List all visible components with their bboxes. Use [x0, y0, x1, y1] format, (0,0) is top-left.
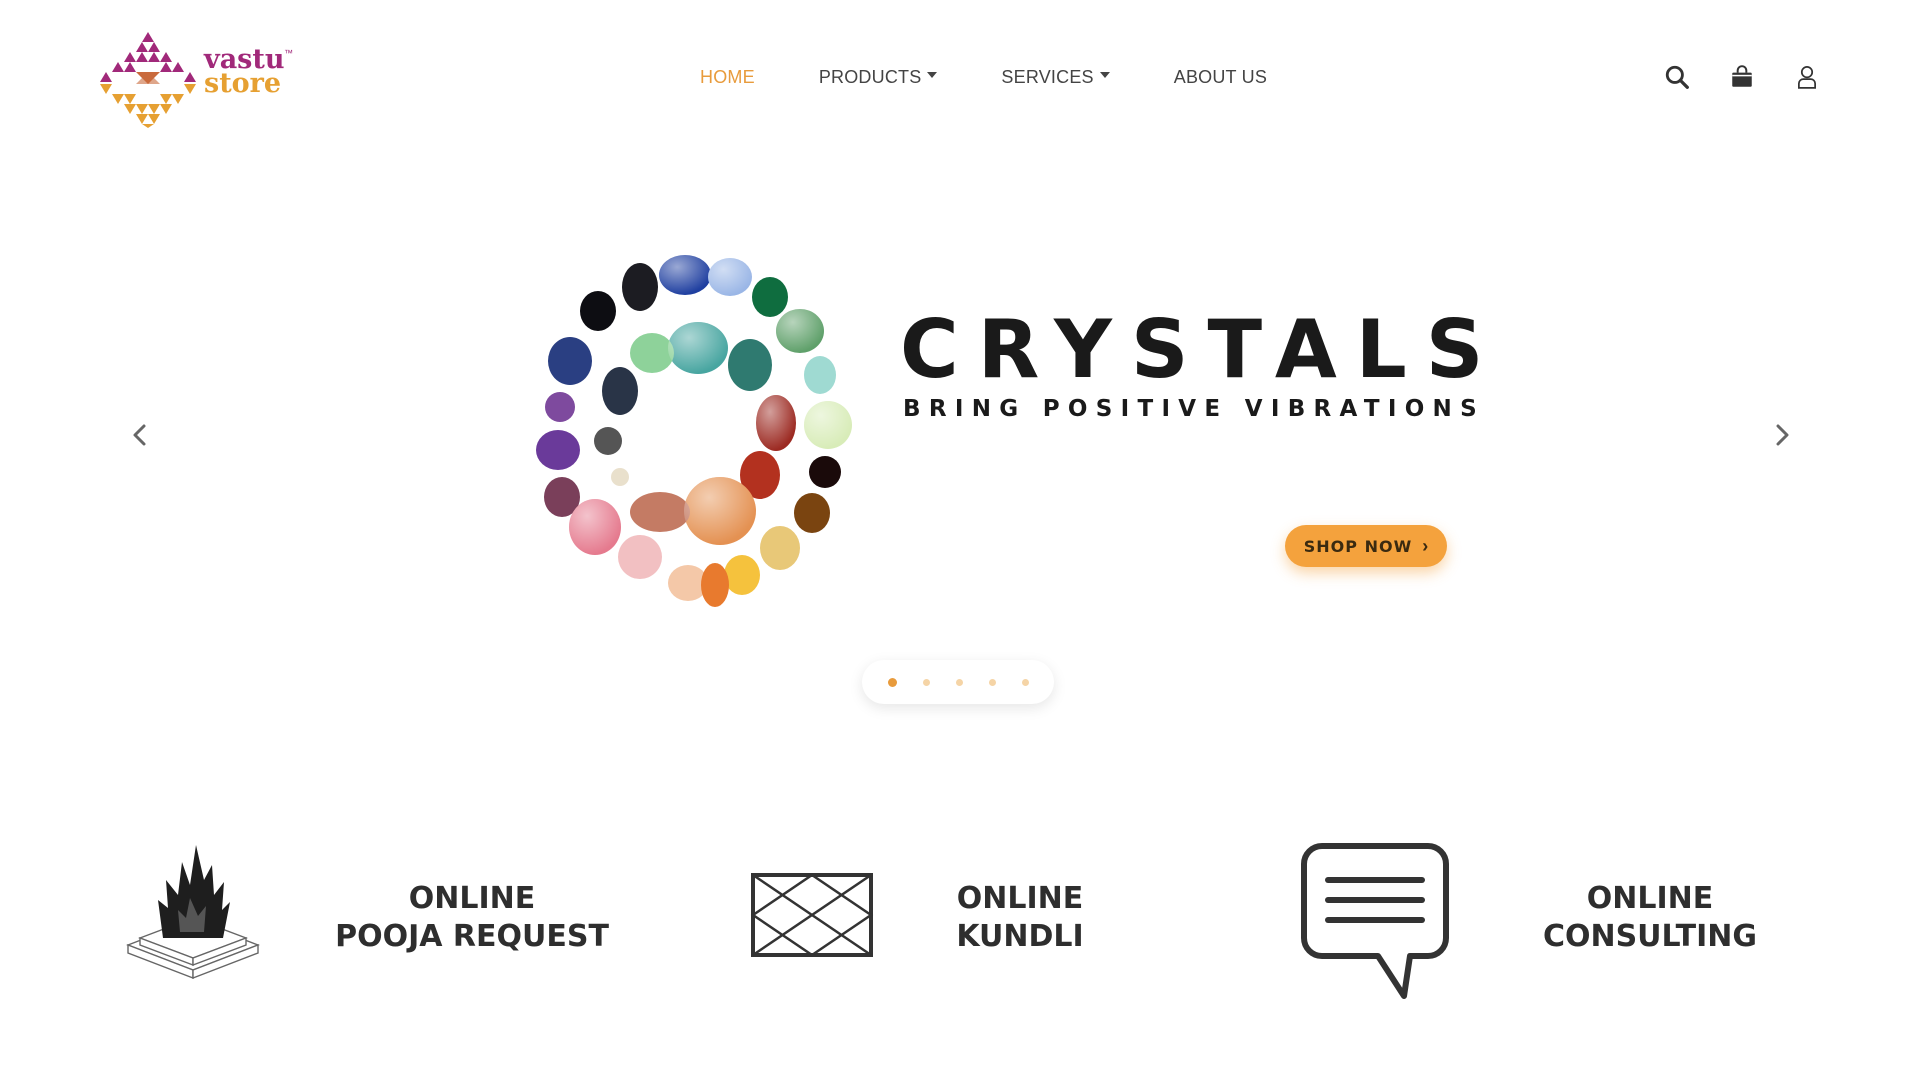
search-button[interactable]: [1660, 60, 1694, 94]
carousel-dot-2[interactable]: [922, 678, 930, 686]
nav-services[interactable]: SERVICES: [1001, 66, 1110, 88]
service-pooja-line1: ONLINE: [408, 881, 536, 916]
service-pooja-line2: POOJA REQUEST: [335, 919, 609, 954]
service-kundli-title: ONLINE KUNDLI: [920, 880, 1120, 956]
caret-down-icon: [1099, 72, 1110, 78]
service-consulting-line2: CONSULTING: [1542, 919, 1758, 954]
hero-carousel: CRYSTALS BRING POSITIVE VIBRATIONS SHOP …: [0, 150, 1914, 750]
carousel-dot-5[interactable]: [1021, 678, 1029, 686]
nav-services-label: SERVICES: [1001, 66, 1094, 87]
crystals-spiral-image: [536, 255, 852, 607]
sri-yantra-logo-icon: [100, 32, 196, 128]
chat-bubble-icon: [1301, 843, 1449, 999]
brand-wordmark: vastu store: [204, 46, 285, 99]
nav-about-us-label: ABOUT US: [1173, 66, 1268, 87]
services-strip: ONLINE POOJA REQUEST ONLINE KUNDLI ONLIN…: [0, 820, 1914, 1020]
site-header: vastu store ™ HOME PRODUCTS SERVICES ABO…: [0, 0, 1914, 150]
account-button[interactable]: [1790, 60, 1824, 94]
carousel-dot-4[interactable]: [988, 678, 996, 686]
main-nav: HOME PRODUCTS SERVICES ABOUT US: [700, 62, 1331, 92]
shop-now-label: SHOP NOW: [1303, 536, 1413, 556]
carousel-prev-button[interactable]: [120, 415, 160, 455]
trademark-mark: ™: [284, 48, 293, 58]
havan-fire-icon: [126, 845, 260, 980]
nav-products-label: PRODUCTS: [818, 66, 922, 87]
kundli-chart-icon: [750, 873, 874, 957]
service-kundli-line2: KUNDLI: [956, 919, 1084, 954]
chevron-right-icon: ›: [1422, 535, 1429, 556]
shop-now-button[interactable]: SHOP NOW ›: [1285, 525, 1447, 567]
hero-subtitle: BRING POSITIVE VIBRATIONS: [903, 396, 1485, 422]
header-actions: [1660, 60, 1855, 94]
cart-button[interactable]: [1725, 60, 1759, 94]
caret-down-icon: [927, 72, 938, 78]
shopping-bag-icon: [1732, 65, 1752, 87]
nav-products[interactable]: PRODUCTS: [819, 67, 938, 88]
search-icon: [1665, 65, 1689, 89]
service-online-consulting[interactable]: ONLINE CONSULTING: [1300, 820, 1820, 1020]
service-pooja-title: ONLINE POOJA REQUEST: [322, 880, 622, 956]
carousel-indicators: [862, 660, 1054, 704]
nav-home[interactable]: HOME: [700, 67, 755, 88]
user-icon: [1798, 66, 1816, 89]
carousel-dot-3[interactable]: [955, 678, 963, 686]
service-online-kundli[interactable]: ONLINE KUNDLI: [750, 820, 1170, 1020]
carousel-next-button[interactable]: [1762, 415, 1802, 455]
brand-logo[interactable]: vastu store ™: [98, 28, 298, 128]
carousel-dot-1[interactable]: [887, 677, 897, 687]
service-kundli-line1: ONLINE: [956, 881, 1084, 916]
nav-home-label: HOME: [700, 66, 755, 87]
hero-title: CRYSTALS: [900, 303, 1503, 396]
service-online-pooja[interactable]: ONLINE POOJA REQUEST: [110, 820, 630, 1020]
service-consulting-line1: ONLINE: [1586, 881, 1714, 916]
chevron-right-icon: [1776, 424, 1789, 446]
service-consulting-title: ONLINE CONSULTING: [1520, 880, 1780, 956]
nav-about-us[interactable]: ABOUT US: [1174, 67, 1267, 88]
chevron-left-icon: [133, 424, 146, 446]
brand-name-line2: store: [204, 68, 282, 99]
